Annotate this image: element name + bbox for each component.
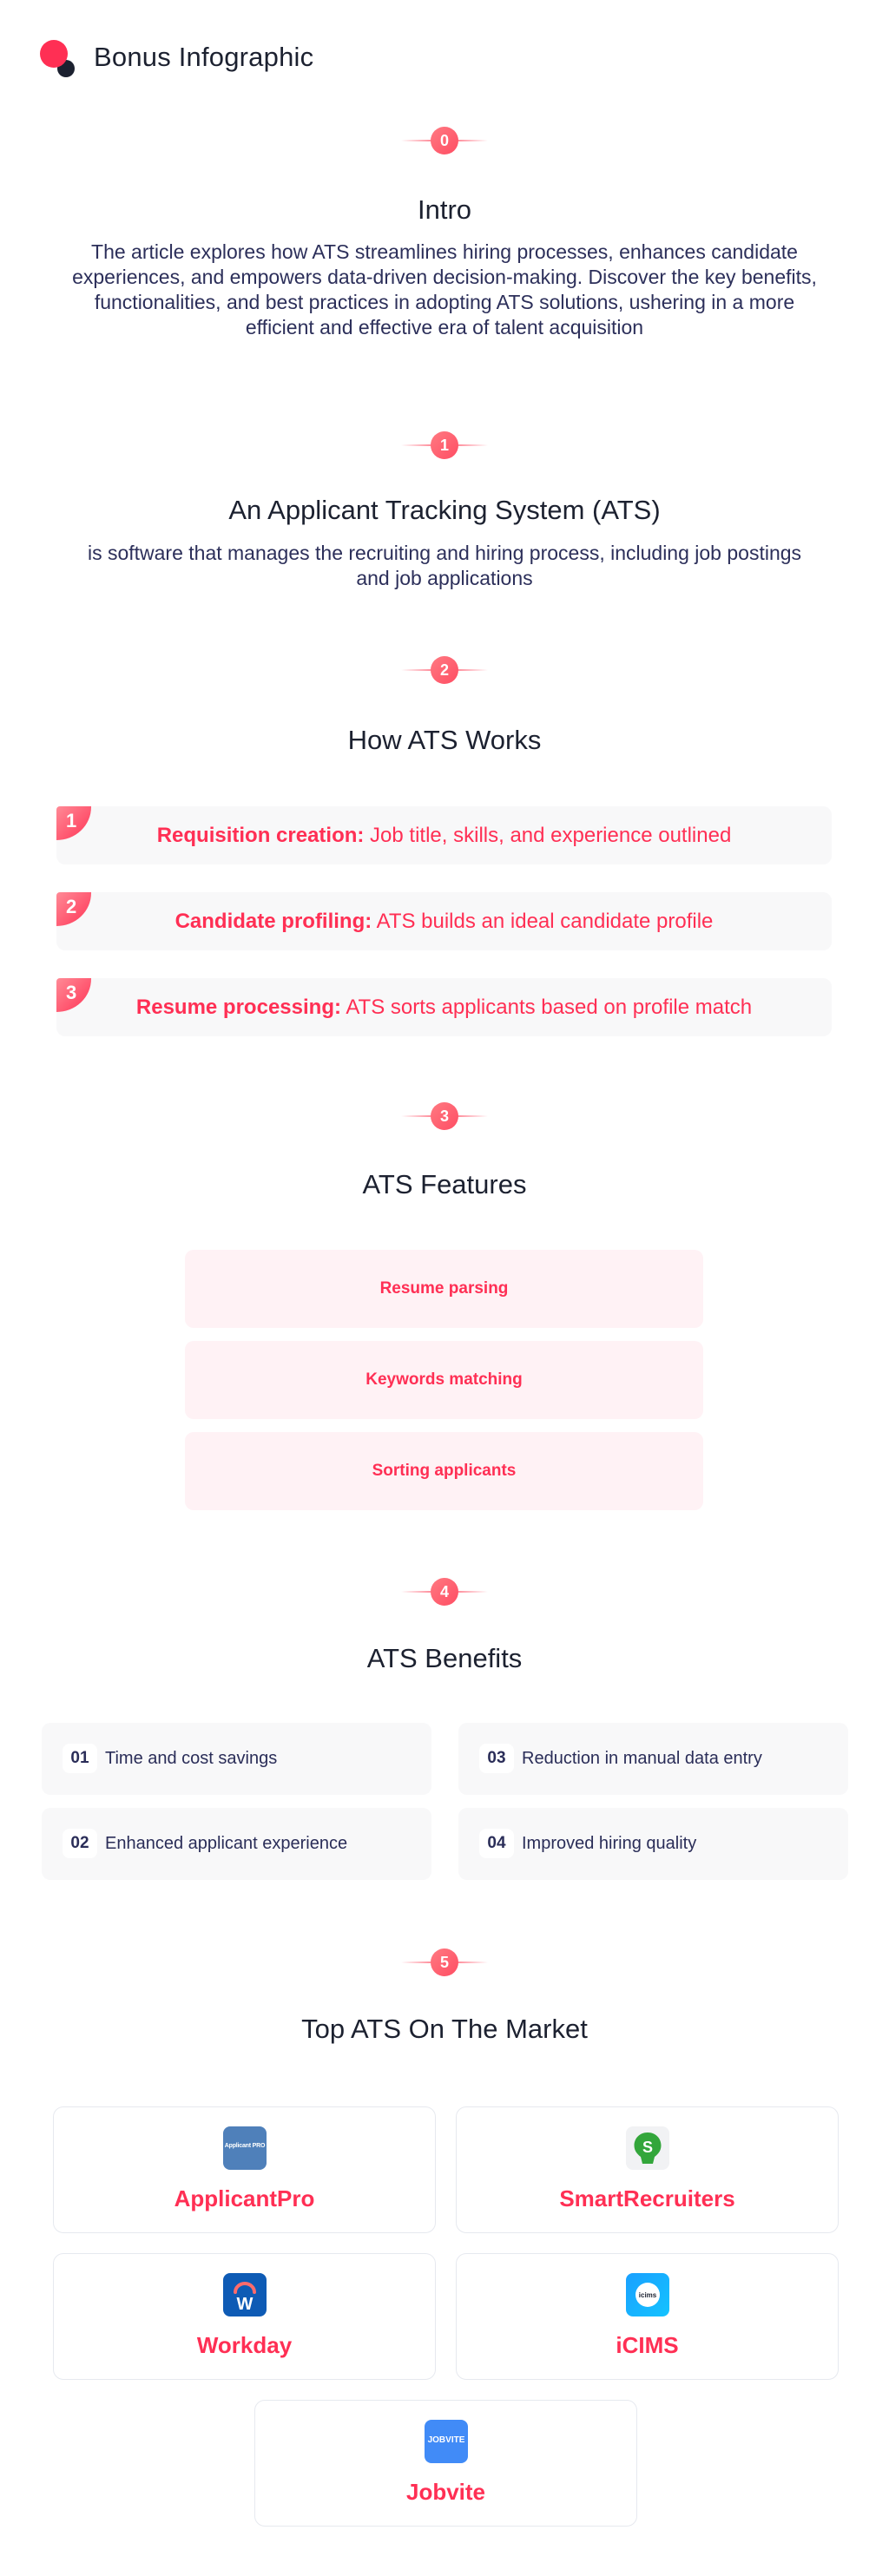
logo-red-dot [40,40,68,68]
section-number-badge: 0 [431,127,458,154]
workday-w-icon: W [234,2282,256,2314]
section-title-benefits: ATS Benefits [366,1643,523,1673]
vendor-name: Jobvite [405,2479,486,2505]
benefit-text: Time and cost savings [105,1749,278,1768]
step-description: Job title, skills, and experience outlin… [364,824,732,847]
svg-text:S: S [642,2139,653,2156]
vendor-name: ApplicantPro [174,2185,315,2211]
section-number-badge: 4 [431,1578,458,1606]
svg-text:W: W [237,2295,254,2314]
step-text: Resume processing: ATS sorts applicants … [56,978,832,1036]
benefit-text: Enhanced applicant experience [105,1834,348,1853]
smartrecruiters-logo-icon: S [626,2126,669,2170]
lightbulb-icon: S [634,2132,662,2164]
step-text: Requisition creation: Job title, skills,… [56,806,832,864]
workday-logo-icon: W [223,2273,267,2316]
applicantpro-logo-icon: Applicant PRO [223,2126,267,2170]
step-text: Candidate profiling: ATS builds an ideal… [56,892,832,950]
vendor-card-icims: icims iCIMS [456,2253,839,2380]
step-label: Candidate profiling: [175,910,372,933]
step-description: ATS builds an ideal candidate profile [372,910,714,933]
benefit-card: 01 Time and cost savings [42,1723,431,1795]
applicantpro-logo-text: Applicant PRO [224,2143,266,2149]
benefit-card: 04 Improved hiring quality [458,1808,848,1880]
step-card: 3 Resume processing: ATS sorts applicant… [56,978,832,1036]
page-title: Bonus Infographic [94,42,314,72]
section-title-intro: Intro [417,194,472,225]
section-title-how-it-works: How ATS Works [347,725,542,755]
benefit-card: 02 Enhanced applicant experience [42,1808,431,1880]
section-marker-0: 0 [401,126,488,155]
feature-card: Sorting applicants [185,1432,703,1510]
vendor-card-jobvite: JOBVITE Jobvite [254,2400,637,2527]
benefit-text: Improved hiring quality [522,1834,697,1853]
icims-logo-icon: icims [626,2273,669,2316]
step-label: Requisition creation: [156,824,365,847]
section-marker-5: 5 [401,1948,488,1977]
definition-paragraph: is software that manages the recruiting … [87,542,802,589]
jobvite-logo-text: JOBVITE [427,2435,465,2445]
vendor-card-workday: W Workday [53,2253,436,2380]
step-card: 1 Requisition creation: Job title, skill… [56,806,832,864]
benefit-card: 03 Reduction in manual data entry [458,1723,848,1795]
benefit-number: 02 [63,1829,97,1858]
step-label: Resume processing: [135,996,341,1019]
vendor-card-applicantpro: Applicant PRO ApplicantPro [53,2106,436,2233]
step-description: ATS sorts applicants based on profile ma… [340,996,753,1019]
benefit-number: 04 [479,1829,514,1858]
benefit-number: 03 [479,1744,514,1773]
vendor-name: SmartRecruiters [559,2185,735,2211]
section-title-definition: An Applicant Tracking System (ATS) [228,495,661,525]
vendor-name: Workday [196,2332,293,2358]
section-number-badge: 5 [431,1948,458,1976]
feature-card: Keywords matching [185,1341,703,1419]
section-number-badge: 3 [431,1102,458,1130]
vendor-card-smartrecruiters: S SmartRecruiters [456,2106,839,2233]
section-number-badge: 2 [431,656,458,684]
icims-circle-icon: icims [635,2283,660,2307]
benefit-text: Reduction in manual data entry [522,1749,762,1768]
svg-text:icims: icims [639,2291,657,2299]
section-marker-2: 2 [401,655,488,685]
section-number-badge: 1 [431,431,458,459]
jobvite-logo-icon: JOBVITE [425,2420,468,2463]
two-dots-logo-icon [40,40,79,79]
feature-card: Resume parsing [185,1250,703,1328]
section-title-features: ATS Features [362,1169,527,1199]
step-card: 2 Candidate profiling: ATS builds an ide… [56,892,832,950]
benefit-number: 01 [63,1744,97,1773]
section-marker-1: 1 [401,430,488,460]
section-marker-4: 4 [401,1577,488,1607]
intro-paragraph: The article explores how ATS streamlines… [72,240,817,338]
section-title-top-ats: Top ATS On The Market [301,2014,588,2044]
section-marker-3: 3 [401,1101,488,1131]
vendor-name: iCIMS [616,2332,679,2358]
